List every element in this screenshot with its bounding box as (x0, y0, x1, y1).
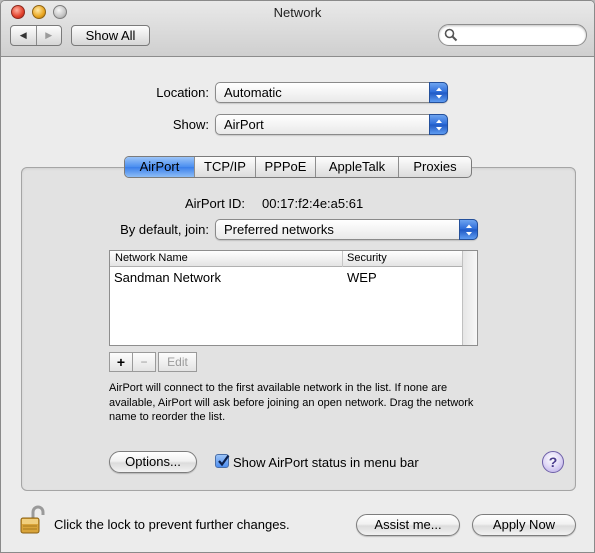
column-header-network-name[interactable]: Network Name (115, 252, 188, 264)
preferred-networks-table[interactable]: Network Name Security Sandman Network WE… (109, 250, 478, 346)
checkmark-icon (218, 454, 230, 467)
location-popup[interactable]: Automatic (215, 82, 448, 103)
location-label: Location: (156, 85, 209, 100)
back-arrow-icon[interactable]: ◀ (11, 26, 36, 45)
assist-me-button[interactable]: Assist me... (356, 514, 460, 536)
join-popup[interactable]: Preferred networks (215, 219, 478, 240)
join-label: By default, join: (120, 222, 209, 237)
show-popup[interactable]: AirPort (215, 114, 448, 135)
tab-airport[interactable]: AirPort (125, 157, 194, 177)
search-field[interactable] (438, 24, 587, 46)
show-all-button[interactable]: Show All (71, 25, 150, 46)
tab-pppoe[interactable]: PPPoE (255, 157, 315, 177)
search-icon (444, 28, 458, 42)
column-header-security[interactable]: Security (347, 252, 387, 264)
tab-appletalk[interactable]: AppleTalk (315, 157, 398, 177)
popup-arrows-icon (429, 82, 448, 103)
show-value: AirPort (224, 117, 264, 132)
options-button[interactable]: Options... (109, 451, 197, 473)
network-preferences-window: Network ◀ ▶ Show All Location: Automatic… (0, 0, 595, 553)
column-divider (342, 251, 343, 267)
network-name-cell: Sandman Network (114, 270, 221, 285)
lock-message: Click the lock to prevent further change… (54, 517, 290, 532)
popup-arrows-icon (429, 114, 448, 135)
tab-tcpip[interactable]: TCP/IP (194, 157, 255, 177)
show-airport-status-label[interactable]: Show AirPort status in menu bar (233, 455, 419, 470)
tab-proxies[interactable]: Proxies (398, 157, 471, 177)
airport-id-value: 00:17:f2:4e:a5:61 (262, 196, 364, 211)
title-toolbar: Network ◀ ▶ Show All (1, 1, 594, 57)
security-cell: WEP (347, 270, 377, 285)
apply-now-button[interactable]: Apply Now (472, 514, 576, 536)
back-forward-control: ◀ ▶ (10, 25, 62, 46)
show-label: Show: (172, 117, 209, 132)
search-input[interactable] (461, 27, 579, 43)
help-button[interactable]: ? (542, 451, 564, 473)
popup-arrows-icon (459, 219, 478, 240)
table-header: Network Name Security (110, 251, 462, 267)
show-airport-status-checkbox[interactable] (215, 454, 230, 468)
remove-network-button[interactable]: − (132, 352, 156, 372)
table-row[interactable]: Sandman Network WEP (110, 269, 462, 286)
location-value: Automatic (224, 85, 282, 100)
table-scrollbar[interactable] (462, 251, 477, 345)
edit-network-button[interactable]: Edit (158, 352, 197, 372)
join-value: Preferred networks (224, 222, 334, 237)
forward-arrow-icon[interactable]: ▶ (35, 26, 62, 45)
window-title: Network (273, 5, 322, 20)
tab-bar: AirPort TCP/IP PPPoE AppleTalk Proxies (124, 156, 472, 178)
add-network-button[interactable]: + (109, 352, 133, 372)
airport-id-label: AirPort ID: (185, 196, 245, 211)
lock-icon[interactable] (19, 505, 45, 535)
airport-description: AirPort will connect to the first availa… (109, 382, 474, 423)
